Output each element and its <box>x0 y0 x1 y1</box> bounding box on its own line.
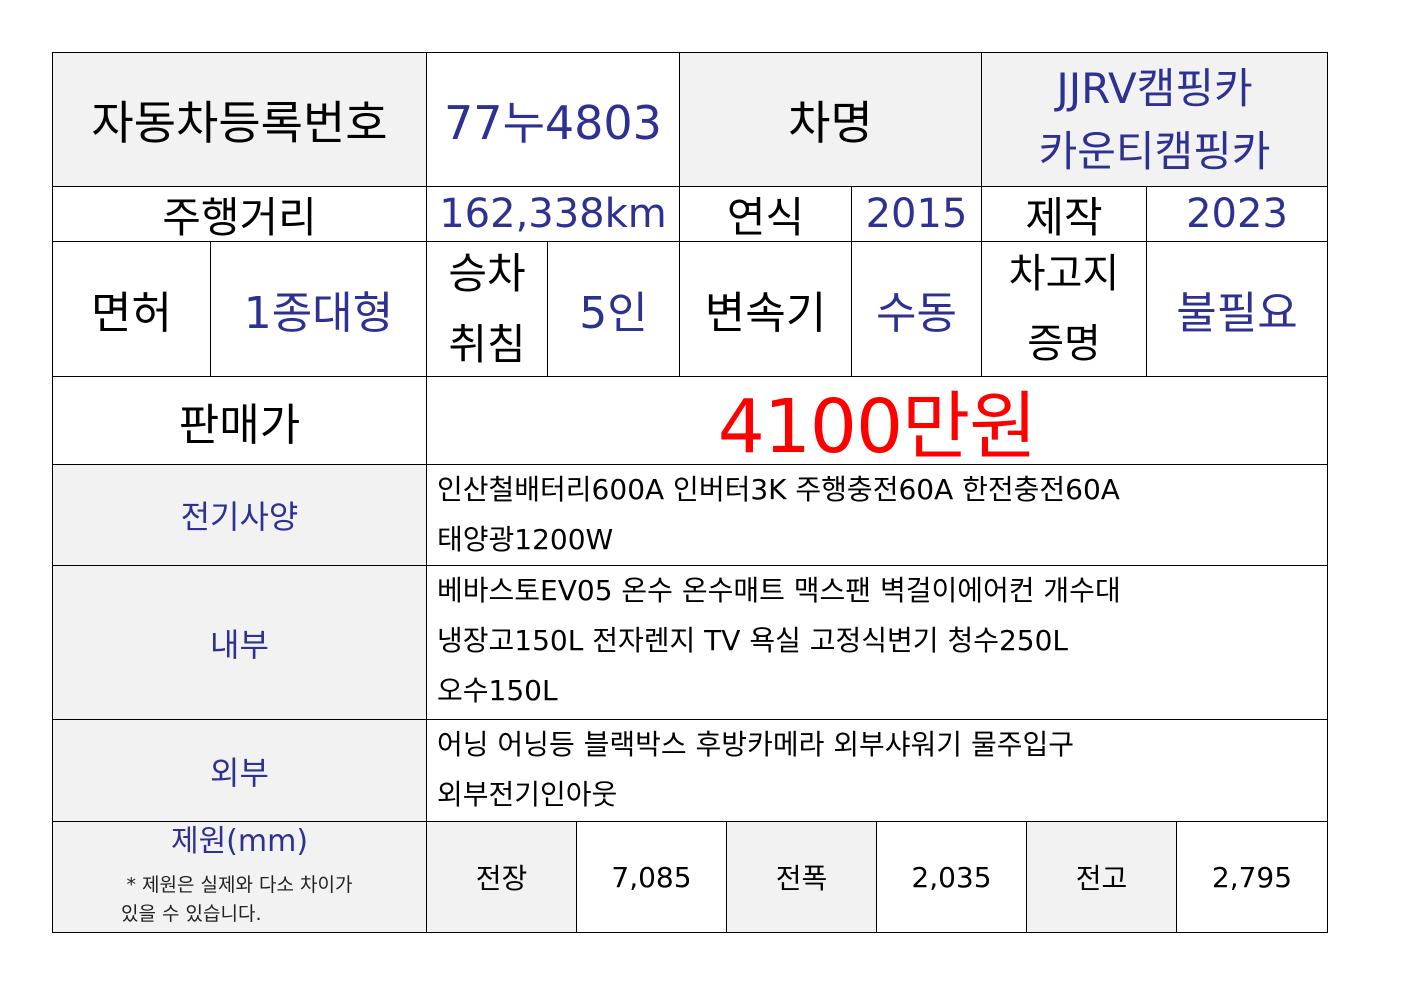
electric-line-1: 인산철배터리600A 인버터3K 주행충전60A 한전충전60A <box>437 473 1120 506</box>
seat-label-line-1: 승차 <box>448 248 526 298</box>
spec-sheet: 자동차등록번호 77누4803 차명 JJRV캠핑카 카운티캠핑카 주행거리 1… <box>52 52 1328 933</box>
price-label: 판매가 <box>53 377 427 465</box>
interior-line-1: 베바스토EV05 온수 온수매트 맥스팬 벽걸이에어컨 개수대 <box>437 574 1121 607</box>
width-value: 2,035 <box>877 822 1027 933</box>
made-value: 2023 <box>1147 187 1328 242</box>
interior-details: 베바스토EV05 온수 온수매트 맥스팬 벽걸이에어컨 개수대 냉장고150L … <box>427 566 1328 720</box>
license-label: 면허 <box>53 242 211 377</box>
electric-label: 전기사양 <box>53 465 427 566</box>
reg-value: 77누4803 <box>427 53 680 187</box>
specs-label-cell: 제원(mm) * 제원은 실제와 다소 차이가 있을 수 있습니다. <box>53 822 427 933</box>
exterior-line-2: 외부전기인아웃 <box>437 778 618 811</box>
height-value: 2,795 <box>1177 822 1328 933</box>
name-label: 차명 <box>680 53 982 187</box>
interior-label: 내부 <box>53 566 427 720</box>
specs-note-1: * 제원은 실제와 다소 차이가 <box>126 874 353 896</box>
name-value: JJRV캠핑카 카운티캠핑카 <box>982 53 1328 187</box>
reg-label: 자동차등록번호 <box>53 53 427 187</box>
price-value: 4100만원 <box>427 377 1328 465</box>
trans-value: 수동 <box>852 242 982 377</box>
seat-label: 승차 취침 <box>427 242 548 377</box>
year-label: 연식 <box>680 187 852 242</box>
mileage-label: 주행거리 <box>53 187 427 242</box>
exterior-line-1: 어닝 어닝등 블랙박스 후방카메라 외부샤워기 물주입구 <box>437 728 1074 761</box>
width-label: 전폭 <box>727 822 877 933</box>
mileage-value: 162,338km <box>427 187 680 242</box>
garage-label-line-1: 차고지 <box>1008 251 1120 297</box>
year-value: 2015 <box>852 187 982 242</box>
garage-label: 차고지 증명 <box>982 242 1147 377</box>
length-value: 7,085 <box>577 822 727 933</box>
specs-note-2: 있을 수 있습니다. <box>121 903 262 925</box>
garage-value: 불필요 <box>1147 242 1328 377</box>
name-line-2: 카운티캠핑카 <box>1038 126 1271 176</box>
garage-label-line-2: 증명 <box>1027 321 1101 367</box>
trans-label: 변속기 <box>680 242 852 377</box>
exterior-label: 외부 <box>53 720 427 822</box>
exterior-details: 어닝 어닝등 블랙박스 후방카메라 외부샤워기 물주입구 외부전기인아웃 <box>427 720 1328 822</box>
electric-line-2: 태양광1200W <box>437 523 614 556</box>
length-label: 전장 <box>427 822 577 933</box>
seat-value: 5인 <box>548 242 680 377</box>
license-value: 1종대형 <box>211 242 427 377</box>
interior-line-3: 오수150L <box>437 674 558 707</box>
interior-line-2: 냉장고150L 전자렌지 TV 욕실 고정식변기 청수250L <box>437 624 1069 657</box>
height-label: 전고 <box>1027 822 1177 933</box>
made-label: 제작 <box>982 187 1147 242</box>
seat-label-line-2: 취침 <box>448 320 526 369</box>
electric-details: 인산철배터리600A 인버터3K 주행충전60A 한전충전60A 태양광1200… <box>427 465 1328 566</box>
specs-label: 제원(mm) <box>170 824 309 859</box>
name-line-1: JJRV캠핑카 <box>1056 63 1253 113</box>
